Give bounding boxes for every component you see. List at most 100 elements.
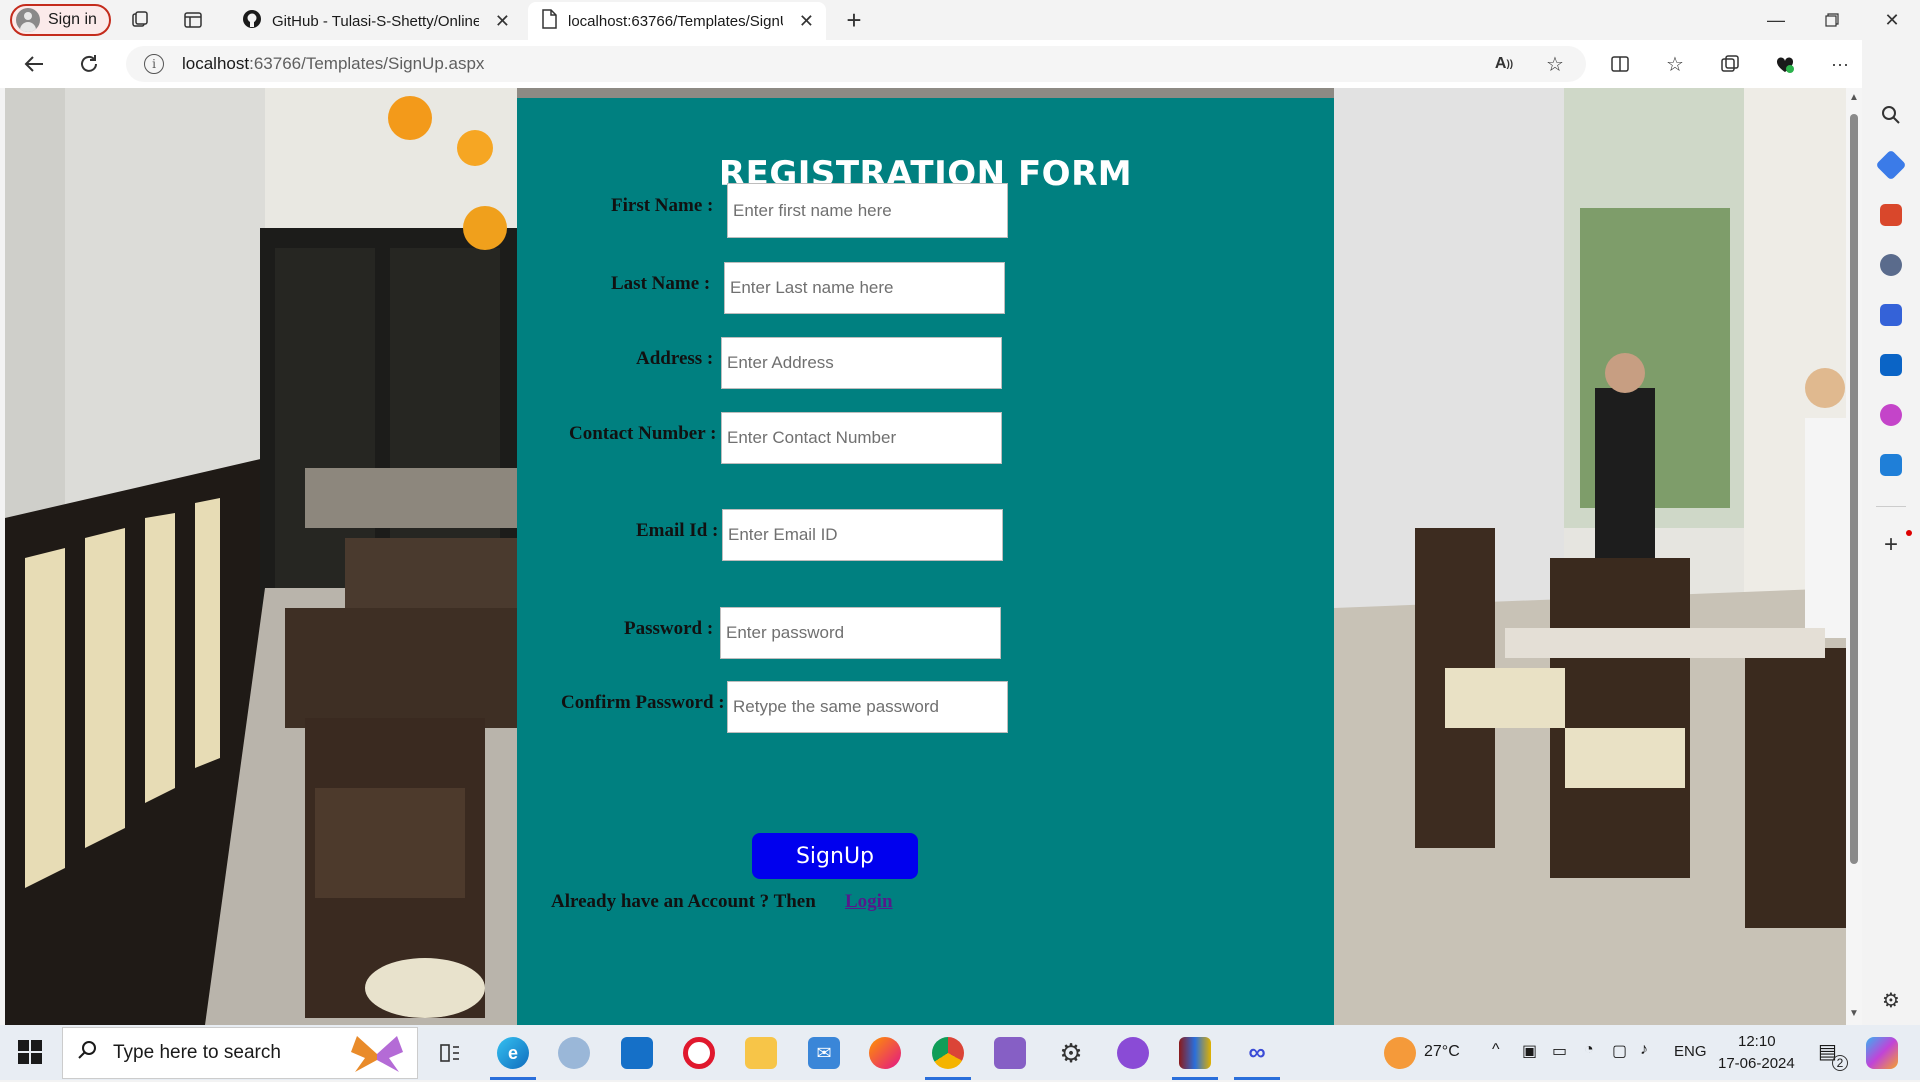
- confirm-password-input[interactable]: [727, 681, 1008, 733]
- last-name-label: Last Name :: [611, 273, 711, 294]
- refresh-icon[interactable]: [77, 52, 101, 76]
- page-icon: [540, 9, 558, 33]
- collections-icon[interactable]: [1718, 52, 1742, 76]
- signup-button[interactable]: SignUp: [752, 833, 918, 879]
- workspaces-icon[interactable]: [128, 8, 152, 32]
- tab-close-icon[interactable]: ✕: [799, 11, 814, 32]
- clock-date[interactable]: 17-06-2024: [1718, 1055, 1795, 1072]
- winrar-icon[interactable]: [1179, 1037, 1211, 1069]
- registration-form: REGISTRATION FORM First Name : Last Name…: [517, 98, 1334, 1025]
- search-placeholder: Type here to search: [113, 1042, 281, 1063]
- file-explorer-icon[interactable]: [745, 1037, 777, 1069]
- search-icon: [77, 1039, 99, 1067]
- butterfly-highlight-icon: [347, 1032, 407, 1082]
- edge-browser-icon[interactable]: e: [497, 1037, 529, 1069]
- sidebar-microsoft365-icon[interactable]: [1880, 304, 1902, 326]
- scroll-thumb[interactable]: [1850, 114, 1858, 864]
- sidebar-tools-icon[interactable]: [1880, 204, 1902, 226]
- wifi-icon[interactable]: ◔: [1584, 1041, 1594, 1059]
- read-aloud-icon[interactable]: A)): [1492, 52, 1516, 76]
- browser-essentials-icon[interactable]: [1773, 52, 1797, 76]
- sidebar-shopping-tag-icon[interactable]: [1875, 149, 1907, 181]
- clock-time[interactable]: 12:10: [1738, 1033, 1776, 1050]
- split-screen-icon[interactable]: [1608, 52, 1632, 76]
- notification-count-badge: 2: [1832, 1055, 1848, 1071]
- already-have-account-text: Already have an Account ? Then: [551, 891, 816, 912]
- page-scrollbar[interactable]: ▲ ▼: [1846, 88, 1862, 1025]
- battery-icon[interactable]: ▭: [1552, 1041, 1567, 1061]
- scroll-down-arrow-icon[interactable]: ▼: [1849, 1008, 1859, 1019]
- url-path: :63766/Templates/SignUp.aspx: [249, 54, 485, 73]
- new-tab-icon[interactable]: +: [842, 5, 866, 35]
- show-hidden-icons-chevron-icon[interactable]: ^: [1492, 1041, 1500, 1059]
- password-label: Password :: [624, 618, 714, 639]
- opera-icon[interactable]: [683, 1037, 715, 1069]
- tab-actions-icon[interactable]: [181, 8, 205, 32]
- login-link[interactable]: Login: [845, 891, 893, 913]
- infinity-app-icon[interactable]: ∞: [1241, 1037, 1273, 1069]
- meet-now-icon[interactable]: ▣: [1522, 1041, 1537, 1061]
- scroll-up-arrow-icon[interactable]: ▲: [1849, 92, 1859, 103]
- volume-icon[interactable]: ♪: [1640, 1041, 1648, 1059]
- tab-close-icon[interactable]: ✕: [495, 11, 510, 32]
- windows-taskbar: Type here to search e ✉ ⚙ ∞ 27°C ^ ▣ ▭ ◔…: [0, 1025, 1920, 1080]
- sidebar-add-icon[interactable]: +: [1880, 533, 1902, 557]
- language-indicator[interactable]: ENG: [1674, 1043, 1707, 1060]
- sidebar-designer-icon[interactable]: [1880, 404, 1902, 426]
- copilot-taskbar-icon[interactable]: [1866, 1037, 1898, 1069]
- back-arrow-icon[interactable]: [22, 52, 46, 76]
- microsoft-store-icon[interactable]: [621, 1037, 653, 1069]
- visual-studio-icon[interactable]: [994, 1037, 1026, 1069]
- address-input[interactable]: [721, 337, 1002, 389]
- github-icon: [242, 9, 262, 33]
- more-options-icon[interactable]: ···: [1828, 52, 1852, 76]
- page-viewport: REGISTRATION FORM First Name : Last Name…: [5, 88, 1846, 1025]
- taskbar-search-box[interactable]: Type here to search: [62, 1027, 418, 1079]
- tab-title: localhost:63766/Templates/SignU: [568, 12, 783, 30]
- favorites-icon[interactable]: ☆: [1663, 52, 1687, 76]
- tab-title: GitHub - Tulasi-S-Shetty/Online-: [272, 12, 479, 30]
- close-window-icon[interactable]: ✕: [1864, 0, 1920, 40]
- first-name-label: First Name :: [611, 195, 714, 216]
- sidebar-settings-gear-icon[interactable]: ⚙: [1880, 990, 1902, 1012]
- firefox-icon[interactable]: [869, 1037, 901, 1069]
- tab-github[interactable]: GitHub - Tulasi-S-Shetty/Online- ✕: [230, 2, 522, 40]
- network-tool-icon[interactable]: [558, 1037, 590, 1069]
- sidebar-send-icon[interactable]: [1880, 454, 1902, 476]
- windows-start-icon[interactable]: [18, 1040, 42, 1064]
- contact-number-label: Contact Number :: [569, 423, 717, 444]
- signin-label: Sign in: [48, 11, 97, 28]
- display-icon[interactable]: ▢: [1612, 1041, 1627, 1061]
- chrome-icon[interactable]: [932, 1037, 964, 1069]
- sidebar-separator: [1876, 506, 1906, 507]
- restore-icon[interactable]: [1804, 0, 1860, 40]
- password-input[interactable]: [720, 607, 1001, 659]
- settings-gear-icon[interactable]: ⚙: [1055, 1037, 1087, 1069]
- site-info-icon[interactable]: i: [144, 54, 164, 74]
- browser-tab-bar: Sign in GitHub - Tulasi-S-Shetty/Online-…: [0, 0, 1920, 40]
- confirm-password-label: Confirm Password :: [561, 692, 725, 713]
- sidebar-search-icon[interactable]: [1880, 104, 1902, 126]
- address-label: Address :: [636, 348, 714, 369]
- sidebar-outlook-icon[interactable]: [1880, 354, 1902, 376]
- profile-signin-button[interactable]: Sign in: [10, 4, 111, 36]
- notification-dot: [1906, 530, 1912, 536]
- minimize-icon[interactable]: —: [1748, 0, 1804, 40]
- sidebar-games-icon[interactable]: [1880, 254, 1902, 276]
- browser-toolbar: i localhost :63766/Templates/SignUp.aspx…: [0, 40, 1920, 88]
- github-desktop-icon[interactable]: [1117, 1037, 1149, 1069]
- weather-temperature[interactable]: 27°C: [1424, 1043, 1460, 1061]
- weather-icon[interactable]: [1384, 1037, 1416, 1069]
- tab-signup[interactable]: localhost:63766/Templates/SignU ✕: [528, 2, 826, 40]
- mail-icon[interactable]: ✉: [808, 1037, 840, 1069]
- edge-sidebar: + ⚙: [1862, 40, 1920, 1025]
- contact-number-input[interactable]: [721, 412, 1002, 464]
- favorite-star-icon[interactable]: ☆: [1543, 52, 1567, 76]
- url-host: localhost: [182, 54, 250, 73]
- email-label: Email Id :: [636, 520, 719, 541]
- email-input[interactable]: [722, 509, 1003, 561]
- address-bar[interactable]: i localhost :63766/Templates/SignUp.aspx: [126, 46, 1586, 82]
- first-name-input[interactable]: [727, 183, 1008, 238]
- task-view-icon[interactable]: [434, 1037, 466, 1069]
- last-name-input[interactable]: [724, 262, 1005, 314]
